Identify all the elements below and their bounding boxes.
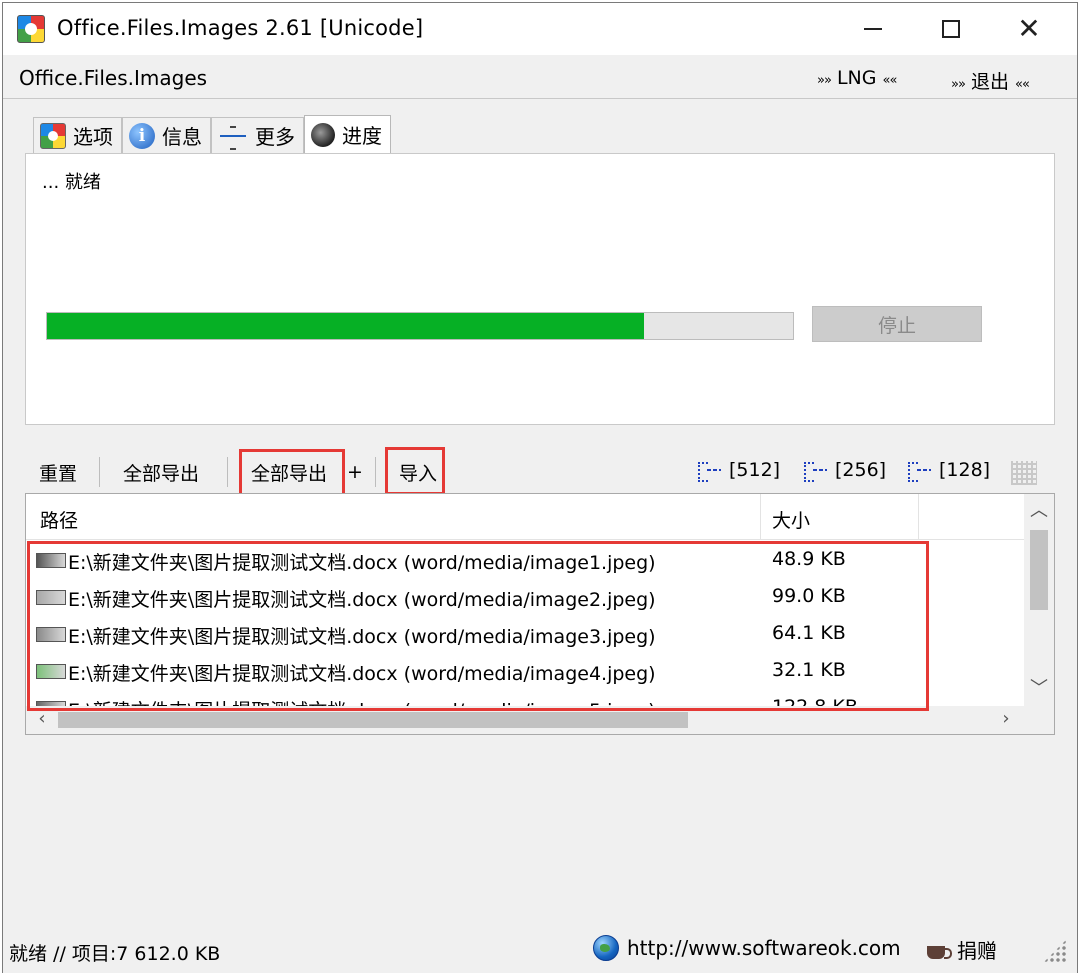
donate-label: 捐赠 [957, 939, 997, 963]
column-header-size[interactable]: 大小 [772, 506, 810, 533]
scroll-down-icon[interactable]: ﹀ [1024, 676, 1054, 702]
minimize-icon [864, 28, 882, 30]
vertical-scrollbar[interactable]: ︿ ﹀ [1024, 494, 1054, 706]
tab-label: 选项 [73, 125, 113, 149]
toolbar-divider [375, 457, 376, 487]
exit-menu[interactable]: »» 退出 «« [951, 67, 1030, 94]
tab-options[interactable]: 选项 [33, 117, 122, 153]
website-link[interactable]: http://www.softwareok.com [593, 935, 901, 961]
app-logo-icon [17, 15, 45, 43]
progress-bar [46, 312, 794, 340]
toolbar-divider [227, 457, 228, 487]
list-toolbar: 重置 全部导出 全部导出 + 导入 [512] [256] [128] [25, 451, 1055, 493]
list-header: 路径 大小 [26, 494, 1026, 540]
column-divider[interactable] [918, 494, 919, 540]
progress-status-text: ... 就绪 [42, 172, 101, 193]
language-menu[interactable]: »» LNG «« [817, 67, 898, 89]
tab-label: 更多 [255, 125, 295, 149]
lng-prefix: »» [817, 73, 832, 88]
minimize-button[interactable] [838, 3, 908, 55]
size-label: [256] [835, 459, 887, 481]
tab-label: 进度 [342, 124, 382, 148]
thumb-size-512-button[interactable]: [512] [697, 459, 781, 482]
import-highlight [385, 447, 445, 495]
info-icon: i [129, 122, 155, 149]
reset-button[interactable]: 重置 [39, 459, 77, 486]
exit-suffix: «« [1015, 77, 1030, 92]
app-window: Office.Files.Images 2.61 [Unicode] ✕ Off… [2, 2, 1078, 973]
lng-label: LNG [836, 67, 877, 89]
thumbnail-size-icon [697, 460, 723, 482]
globe-icon [593, 935, 619, 961]
progress-icon [311, 122, 335, 147]
coffee-cup-icon [925, 938, 952, 962]
stop-button[interactable]: 停止 [812, 306, 982, 342]
thumb-size-128-button[interactable]: [128] [907, 459, 991, 482]
export-all-plus-sign: + [347, 461, 363, 483]
menu-bar: Office.Files.Images »» LNG «« »» 退出 «« [3, 55, 1077, 99]
menu-app-title: Office.Files.Images [19, 66, 208, 90]
horizontal-scroll-thumb[interactable] [58, 712, 688, 728]
status-text: 就绪 // 项目:7 612.0 KB [9, 943, 221, 965]
progress-panel: ... 就绪 停止 [25, 153, 1055, 425]
thumbnail-size-icon [803, 460, 829, 482]
tab-strip: 选项 i 信息 更多 进度 [33, 115, 391, 153]
toolbar-divider [99, 457, 100, 487]
export-all-button[interactable]: 全部导出 [123, 459, 199, 486]
vertical-scroll-thumb[interactable] [1030, 530, 1048, 610]
grid-view-icon[interactable] [1011, 461, 1037, 485]
thumbnail-size-icon [907, 460, 933, 482]
tab-more[interactable]: 更多 [211, 117, 304, 153]
close-icon: ✕ [1017, 12, 1041, 45]
options-icon [40, 122, 66, 149]
maximize-button[interactable] [916, 3, 986, 55]
website-url: http://www.softwareok.com [627, 936, 901, 960]
window-title: Office.Files.Images 2.61 [Unicode] [57, 16, 424, 40]
size-label: [512] [729, 459, 781, 481]
tab-label: 信息 [162, 125, 202, 149]
status-bar: 就绪 // 项目:7 612.0 KB http://www.softwareo… [3, 925, 1077, 973]
exit-label: 退出 [970, 71, 1009, 93]
maximize-icon [942, 20, 960, 38]
column-divider[interactable] [760, 494, 761, 540]
donate-link[interactable]: 捐赠 [925, 935, 997, 964]
scrollbar-corner [1024, 706, 1054, 734]
thumb-size-256-button[interactable]: [256] [803, 459, 887, 482]
export-all-highlight [239, 449, 345, 499]
resize-grip[interactable] [1043, 939, 1067, 963]
scroll-right-icon[interactable]: › [992, 706, 1020, 734]
lng-suffix: «« [882, 73, 898, 88]
size-label: [128] [939, 459, 991, 481]
exit-prefix: »» [951, 77, 966, 92]
more-icon [218, 123, 248, 150]
tab-progress[interactable]: 进度 [304, 115, 391, 153]
progress-bar-fill [47, 313, 644, 339]
column-header-path[interactable]: 路径 [40, 506, 78, 533]
title-bar: Office.Files.Images 2.61 [Unicode] ✕ [3, 3, 1077, 55]
scroll-up-icon[interactable]: ︿ [1024, 498, 1054, 524]
tab-info[interactable]: i 信息 [122, 117, 211, 153]
file-list-highlight [27, 541, 929, 711]
close-button[interactable]: ✕ [994, 3, 1064, 55]
